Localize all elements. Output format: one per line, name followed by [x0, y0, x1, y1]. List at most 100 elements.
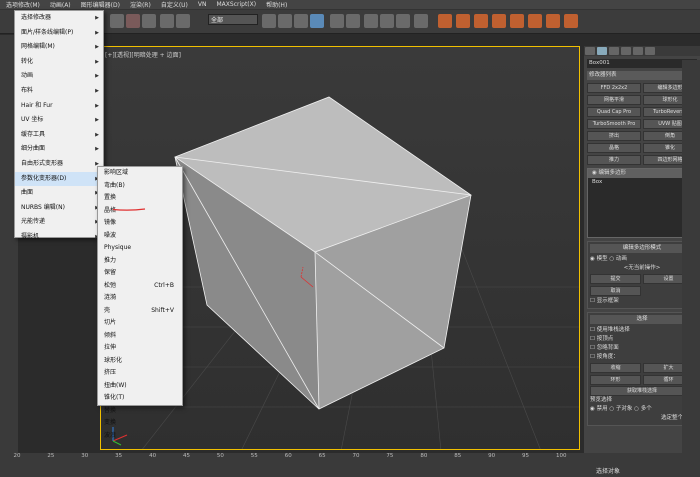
show-cage-checkbox[interactable]: ☐ 显示框架 — [590, 297, 694, 306]
commit-button[interactable]: 提交 — [590, 274, 641, 284]
menu-item-patch-spline[interactable]: 面片/样条线编辑(P) ▶ — [15, 26, 103, 41]
menu-customize[interactable]: 自定义(U) — [161, 0, 188, 9]
submenu-item-spherify[interactable]: 球形化 — [98, 355, 182, 368]
menu-modifiers[interactable]: 选项修改(M) — [6, 0, 40, 9]
ring-button[interactable]: 环形 — [590, 375, 641, 385]
preview-radios[interactable]: ◉ 禁用 ○ 子对象 ○ 多个 — [590, 405, 694, 414]
modifier-button[interactable]: 网格平滑 — [587, 95, 641, 105]
menu-item-camera[interactable]: 摄影机▶ — [15, 230, 103, 245]
stack-item-box[interactable]: Box — [588, 178, 696, 187]
menu-rendering[interactable]: 渲染(R) — [130, 0, 151, 9]
submenu-item-substitute[interactable]: 替换 — [98, 405, 182, 418]
menu-item-subdivision[interactable]: 细分曲面 ▶ — [15, 142, 103, 157]
unlink-icon[interactable] — [126, 14, 140, 28]
by-vertex-checkbox[interactable]: ☐ 按顶点 — [590, 335, 694, 344]
modifier-button[interactable]: FFD 2x2x2 — [587, 83, 641, 93]
modifier-button[interactable]: 晶格 — [587, 143, 641, 153]
utilities-tab-icon[interactable] — [645, 47, 655, 55]
menu-item-radiosity[interactable]: 光能传递▶ — [15, 215, 103, 230]
material-editor-icon[interactable] — [528, 14, 542, 28]
submenu-item-ripple[interactable]: 涟漪 — [98, 292, 182, 305]
submenu-item-wave[interactable]: 波浪 — [98, 430, 182, 443]
percent-snap-icon[interactable] — [396, 14, 410, 28]
menu-vn[interactable]: VN — [198, 1, 207, 8]
submenu-item-noise[interactable]: 噪波 — [98, 230, 182, 243]
submenu-item-mirror[interactable]: 镜像 — [98, 217, 182, 230]
selection-filter-dropdown[interactable]: 全部 — [208, 14, 258, 25]
display-tab-icon[interactable] — [633, 47, 643, 55]
radio-model[interactable]: ◉ 模型 ○ 动画 — [590, 255, 694, 264]
menu-animation[interactable]: 动画(A) — [50, 0, 71, 9]
modifier-button[interactable]: TurboSmooth Pro — [587, 119, 641, 129]
submenu-item-stretch[interactable]: 拉伸 — [98, 342, 182, 355]
submenu-item-shell[interactable]: 壳 Shift+V — [98, 305, 182, 318]
get-stack-selection-button[interactable]: 获取堆栈选择 — [590, 386, 694, 396]
align-normal-icon[interactable] — [456, 14, 470, 28]
object-name-field[interactable]: Box001 — [587, 59, 697, 68]
submenu-item-squeeze[interactable]: 挤压 — [98, 367, 182, 380]
menu-item-surface[interactable]: 曲面▶ — [15, 186, 103, 201]
submenu-item-preserve[interactable]: 保留 — [98, 267, 182, 280]
rotate-icon[interactable] — [294, 14, 308, 28]
submenu-item-slice[interactable]: 切片 — [98, 317, 182, 330]
by-angle-checkbox[interactable]: ☐ 按角度： — [590, 353, 694, 362]
select-by-name-icon[interactable] — [176, 14, 190, 28]
menu-item-animation[interactable]: 动画 ▶ — [15, 69, 103, 84]
menu-maxscript[interactable]: MAXScript(X) — [217, 1, 257, 8]
menu-graph-editors[interactable]: 图形编辑器(D) — [81, 0, 120, 9]
modifier-button[interactable]: 挤出 — [587, 131, 641, 141]
modifier-button[interactable]: Quad Cap Pro — [587, 107, 641, 117]
schematic-icon[interactable] — [510, 14, 524, 28]
rollout-header[interactable]: 编辑多边形模式 — [590, 244, 694, 253]
modify-tab-icon[interactable] — [597, 47, 607, 55]
submenu-item-physique[interactable]: Physique — [98, 242, 182, 255]
submenu-item-taper[interactable]: 锥化(T) — [98, 392, 182, 405]
shrink-button[interactable]: 收缩 — [590, 363, 641, 373]
stack-item-edit-poly[interactable]: ◉ 编辑多边形 — [588, 169, 696, 178]
menu-item-conversion[interactable]: 转化 ▶ — [15, 55, 103, 70]
scale-icon[interactable] — [310, 14, 324, 28]
motion-tab-icon[interactable] — [621, 47, 631, 55]
bind-icon[interactable] — [142, 14, 156, 28]
menu-item-ffd[interactable]: 自由形式变形器 ▶ — [15, 157, 103, 172]
menu-item-parametric-deformers[interactable]: 参数化变形器(D)▶ — [15, 171, 103, 187]
modifier-list-dropdown[interactable]: 修改器列表 — [587, 71, 697, 80]
submenu-item-displace[interactable]: 置换 — [98, 192, 182, 205]
menu-item-cloth[interactable]: 布料 ▶ — [15, 84, 103, 99]
select-icon[interactable] — [160, 14, 174, 28]
submenu-item-push[interactable]: 推力 — [98, 255, 182, 268]
ignore-back-checkbox[interactable]: ☐ 忽略背面 — [590, 344, 694, 353]
menu-help[interactable]: 帮助(H) — [266, 0, 287, 9]
align-icon[interactable] — [438, 14, 452, 28]
submenu-item-affect-region[interactable]: 影响区域 — [98, 167, 182, 180]
curve-editor-icon[interactable] — [492, 14, 506, 28]
use-stack-checkbox[interactable]: ☐ 使用堆栈选择 — [590, 326, 694, 335]
hierarchy-tab-icon[interactable] — [609, 47, 619, 55]
pivot-icon[interactable] — [346, 14, 360, 28]
create-tab-icon[interactable] — [585, 47, 595, 55]
submenu-item-xform[interactable]: 变换 — [98, 417, 182, 430]
render-setup-icon[interactable] — [546, 14, 560, 28]
menu-item-selection-modifiers[interactable]: 选择修改器 ▶ — [15, 11, 103, 26]
timeline[interactable]: 20 25 30 35 40 45 50 55 60 65 70 75 80 8… — [0, 453, 580, 477]
menu-item-mesh-editing[interactable]: 网格编辑(M) ▶ — [15, 40, 103, 55]
layer-icon[interactable] — [474, 14, 488, 28]
menu-item-cache-tools[interactable]: 缓存工具 ▶ — [15, 128, 103, 143]
submenu-item-relax[interactable]: 松弛 Ctrl+B — [98, 280, 182, 293]
angle-snap-icon[interactable] — [380, 14, 394, 28]
move-icon[interactable] — [278, 14, 292, 28]
rollout-header[interactable]: 选择 — [590, 315, 694, 324]
snap-icon[interactable] — [364, 14, 378, 28]
render-icon[interactable] — [564, 14, 578, 28]
cancel-button[interactable]: 取消 — [590, 286, 641, 296]
modifier-button[interactable]: 推力 — [587, 155, 641, 165]
submenu-item-bend[interactable]: 弯曲(B) — [98, 180, 182, 193]
menu-item-uv-coords[interactable]: UV 坐标 ▶ — [15, 113, 103, 128]
select-region-icon[interactable] — [262, 14, 276, 28]
link-icon[interactable] — [110, 14, 124, 28]
menu-item-nurbs[interactable]: NURBS 编辑(N)▶ — [15, 201, 103, 216]
mirror-icon[interactable] — [414, 14, 428, 28]
submenu-item-twist[interactable]: 扭曲(W) — [98, 380, 182, 393]
menu-item-hair-fur[interactable]: Hair 和 Fur ▶ — [15, 99, 103, 114]
reference-coord-icon[interactable] — [330, 14, 344, 28]
